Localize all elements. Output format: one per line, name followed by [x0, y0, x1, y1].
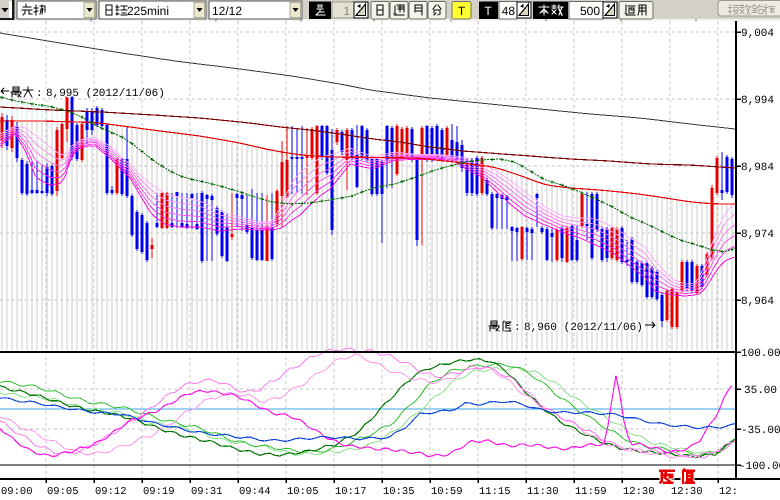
svg-text:1: 1: [343, 4, 350, 18]
svg-text:-100.00: -100.00: [739, 461, 780, 473]
svg-text:T: T: [484, 4, 492, 18]
svg-text:8,974: 8,974: [741, 229, 774, 241]
svg-text:09:05: 09:05: [47, 486, 79, 498]
svg-text:100.00: 100.00: [741, 348, 780, 360]
svg-text:48: 48: [502, 4, 516, 18]
svg-text:09:31: 09:31: [191, 486, 223, 498]
svg-text:10:35: 10:35: [383, 486, 415, 498]
svg-text:8,984: 8,984: [741, 162, 774, 174]
svg-text:500: 500: [580, 4, 600, 18]
svg-text:11:59: 11:59: [575, 486, 607, 498]
svg-text:8,960 (2012/11/06): 8,960 (2012/11/06): [524, 322, 643, 334]
svg-text:12:30: 12:30: [623, 486, 655, 498]
svg-text:8,964: 8,964: [741, 296, 774, 308]
svg-text:9,004: 9,004: [741, 28, 774, 40]
svg-text:09:12: 09:12: [95, 486, 127, 498]
svg-text:10:17: 10:17: [335, 486, 367, 498]
svg-text:12:: 12:: [719, 486, 738, 498]
svg-text::: :: [514, 322, 521, 334]
svg-text:10:05: 10:05: [287, 486, 319, 498]
svg-text:-35.00: -35.00: [741, 425, 780, 437]
svg-text:225mini: 225mini: [127, 4, 169, 18]
svg-text:T: T: [458, 4, 466, 18]
svg-text:8,994: 8,994: [741, 95, 774, 107]
svg-text:10:59: 10:59: [431, 486, 463, 498]
svg-text:12/12: 12/12: [212, 4, 242, 18]
svg-text:35.00: 35.00: [744, 385, 777, 397]
svg-text:11:30: 11:30: [527, 486, 559, 498]
svg-text:09:00: 09:00: [1, 486, 33, 498]
svg-text:11:15: 11:15: [479, 486, 511, 498]
svg-text:09:44: 09:44: [239, 486, 271, 498]
svg-text:8,995 (2012/11/06): 8,995 (2012/11/06): [46, 88, 165, 100]
svg-text::: :: [36, 88, 43, 100]
svg-text:09:19: 09:19: [143, 486, 175, 498]
svg-text:12:30: 12:30: [671, 486, 703, 498]
